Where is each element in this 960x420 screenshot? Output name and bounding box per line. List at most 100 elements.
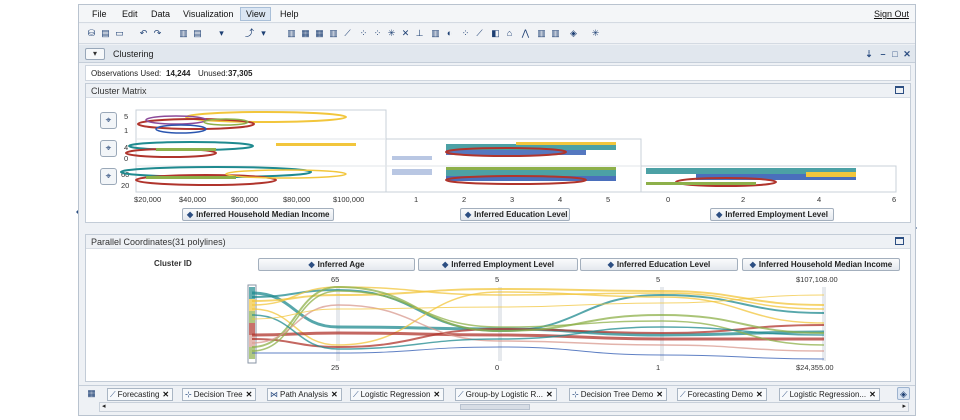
tab-label: Logistic Regression... bbox=[789, 390, 867, 399]
menu-data[interactable]: Data bbox=[146, 8, 175, 20]
toolbar-button-icon[interactable]: ▥ bbox=[429, 27, 442, 40]
cluster-band bbox=[146, 176, 236, 179]
clustering-titlebar: ▾ Clustering ⇣ – □ ✕ bbox=[79, 45, 915, 63]
tab-label: Decision Tree Demo bbox=[580, 390, 654, 399]
toolbar-button-icon[interactable]: ▥ bbox=[535, 27, 548, 40]
menu-edit[interactable]: Edit bbox=[117, 8, 143, 20]
maximize-icon[interactable]: □ bbox=[889, 48, 901, 60]
employment-axis-button[interactable]: ◆ Inferred Employment Level bbox=[710, 208, 834, 221]
education-tick: 1 bbox=[414, 195, 419, 204]
income-tick: $80,000 bbox=[283, 195, 311, 204]
menu-bar: File Edit Data Visualization View Help S… bbox=[79, 5, 915, 23]
toolbar-button-icon[interactable]: ▾ bbox=[257, 27, 270, 40]
bottom-tab-bar: ▦ ⟋ Forecasting ✕ ⊹ Decision Tree ✕ ⋈ Path An… bbox=[79, 385, 915, 401]
toolbar-button-icon[interactable]: ▥ bbox=[177, 27, 190, 40]
tab-forecasting-demo[interactable]: ⟋ Forecasting Demo ✕ bbox=[677, 388, 767, 401]
employment-tick: 6 bbox=[892, 195, 897, 204]
scroll-left-icon[interactable]: ◂ bbox=[102, 402, 106, 410]
education-tick: 2 bbox=[462, 195, 467, 204]
toolbar-button-icon[interactable]: ⟋ bbox=[341, 27, 354, 40]
toolbar-button-icon[interactable]: ⁘ bbox=[371, 27, 384, 40]
tab-label: Forecasting bbox=[117, 390, 160, 399]
toolbar-button-icon[interactable]: ⌂ bbox=[503, 27, 516, 40]
toolbar-button-icon[interactable]: ▭ bbox=[113, 27, 126, 40]
toolbar-button-icon[interactable]: ◈ bbox=[567, 27, 580, 40]
menu-visualization[interactable]: Visualization bbox=[178, 8, 238, 20]
menu-view[interactable]: View bbox=[240, 7, 272, 21]
close-tab-icon[interactable]: ✕ bbox=[433, 390, 440, 399]
toolbar-button-icon[interactable]: ✕ bbox=[399, 27, 412, 40]
scrollbar-thumb[interactable] bbox=[460, 404, 530, 410]
pin-icon[interactable]: ⇣ bbox=[863, 48, 875, 60]
toolbar-button-icon[interactable]: ✳ bbox=[385, 27, 398, 40]
toolbar-button-icon[interactable]: ◐ bbox=[443, 27, 456, 40]
toolbar-button-icon[interactable]: ▥ bbox=[549, 27, 562, 40]
toolbar-button-icon[interactable]: ⤴ bbox=[243, 27, 256, 40]
toolbar-button-icon[interactable]: ◧ bbox=[489, 27, 502, 40]
scroll-right-icon[interactable]: ▸ bbox=[902, 402, 906, 410]
minimize-icon[interactable]: – bbox=[877, 48, 889, 60]
close-tab-icon[interactable]: ✕ bbox=[756, 390, 763, 399]
toolbar-button-icon[interactable]: ↷ bbox=[151, 27, 164, 40]
menu-file[interactable]: File bbox=[87, 8, 112, 20]
education-axis-label: Inferred Education Level bbox=[474, 210, 568, 219]
horizontal-scrollbar[interactable]: ◂ ▸ bbox=[99, 402, 909, 412]
observations-bar: Observations Used: 14,244 Unused: 37,305 bbox=[85, 65, 911, 81]
age-bottom-value: 25 bbox=[331, 363, 340, 372]
line-chart-icon: ⟋ bbox=[680, 390, 686, 399]
tab-path-analysis[interactable]: ⋈ Path Analysis ✕ bbox=[267, 388, 342, 401]
sign-out-link[interactable]: Sign Out bbox=[874, 9, 909, 19]
close-tab-icon[interactable]: ✕ bbox=[869, 390, 876, 399]
unused-label: Unused: bbox=[198, 69, 228, 78]
income-tick: $20,000 bbox=[134, 195, 162, 204]
toolbar-button-icon[interactable]: ⁘ bbox=[357, 27, 370, 40]
pin-icon: ◆ bbox=[716, 210, 723, 219]
toolbar-button-icon[interactable]: ▦ bbox=[313, 27, 326, 40]
chart-icon: ⟋ bbox=[458, 390, 464, 399]
tab-forecasting[interactable]: ⟋ Forecasting ✕ bbox=[107, 388, 174, 401]
tab-group-by-logistic[interactable]: ⟋ Group-by Logistic R... ✕ bbox=[455, 388, 557, 401]
tab-list-icon[interactable]: ▦ bbox=[85, 387, 98, 400]
menu-help[interactable]: Help bbox=[275, 8, 304, 20]
toolbar: ⛁ ▤ ▭ ↶ ↷ ▥ ▤ ▾ ⤴ ▾ ▥ ▦ ▦ ▥ ⟋ ⁘ ⁘ ✳ ✕ ⊥ ▥ ◐ ⁘ ⟋ ◧ ⌂ ⋀ ▥ ▥ ◈ ✳ bbox=[79, 24, 915, 44]
cluster-icon[interactable]: ◈ bbox=[897, 387, 910, 400]
income-axis-label: Inferred Household Median Income bbox=[196, 210, 330, 219]
toolbar-button-icon[interactable]: ▦ bbox=[299, 27, 312, 40]
income-axis-button[interactable]: ◆ Inferred Household Median Income bbox=[182, 208, 334, 221]
tab-logistic-regression-2[interactable]: ⟋ Logistic Regression... ✕ bbox=[779, 388, 880, 401]
toolbar-button-icon[interactable]: ↶ bbox=[137, 27, 150, 40]
toolbar-button-icon[interactable]: ▾ bbox=[215, 27, 228, 40]
toolbar-button-icon[interactable]: ⛁ bbox=[85, 27, 98, 40]
tab-decision-tree-demo[interactable]: ⊹ Decision Tree Demo ✕ bbox=[569, 388, 667, 401]
close-icon[interactable]: ✕ bbox=[901, 48, 913, 60]
close-tab-icon[interactable]: ✕ bbox=[246, 390, 253, 399]
toolbar-button-icon[interactable]: ⟋ bbox=[473, 27, 486, 40]
close-tab-icon[interactable]: ✕ bbox=[331, 390, 338, 399]
toolbar-button-icon[interactable]: ⊥ bbox=[413, 27, 426, 40]
cluster-band bbox=[646, 182, 756, 185]
employment-axis-label: Inferred Employment Level bbox=[725, 210, 828, 219]
tab-label: Path Analysis bbox=[280, 390, 329, 399]
toolbar-button-icon[interactable]: ▥ bbox=[327, 27, 340, 40]
education-axis-button[interactable]: ◆ Inferred Education Level bbox=[460, 208, 570, 221]
toolbar-button-icon[interactable]: ✳ bbox=[589, 27, 602, 40]
toolbar-button-icon[interactable]: ▥ bbox=[285, 27, 298, 40]
tab-label: Forecasting Demo bbox=[687, 390, 753, 399]
toolbar-button-icon[interactable]: ⋀ bbox=[519, 27, 532, 40]
window-menu-icon[interactable]: ▾ bbox=[85, 48, 105, 60]
cluster-matrix-plot bbox=[120, 109, 897, 193]
tab-label: Group-by Logistic R... bbox=[465, 390, 543, 399]
cluster-matrix-panel: Cluster Matrix ⌖ ⌖ ⌖ 5 1 4 0 60 20 $20,0… bbox=[85, 83, 911, 223]
tab-decision-tree[interactable]: ⊹ Decision Tree ✕ bbox=[182, 388, 257, 401]
tab-logistic-regression[interactable]: ⟋ Logistic Regression ✕ bbox=[350, 388, 445, 401]
close-tab-icon[interactable]: ✕ bbox=[656, 390, 663, 399]
toolbar-button-icon[interactable]: ▤ bbox=[191, 27, 204, 40]
employment-tick: 2 bbox=[741, 195, 746, 204]
close-tab-icon[interactable]: ✕ bbox=[162, 390, 169, 399]
cluster-band bbox=[276, 143, 356, 146]
toolbar-button-icon[interactable]: ⁘ bbox=[459, 27, 472, 40]
close-tab-icon[interactable]: ✕ bbox=[546, 390, 553, 399]
toolbar-button-icon[interactable]: ▤ bbox=[99, 27, 112, 40]
income-tick: $60,000 bbox=[231, 195, 259, 204]
employment-tick: 4 bbox=[817, 195, 822, 204]
